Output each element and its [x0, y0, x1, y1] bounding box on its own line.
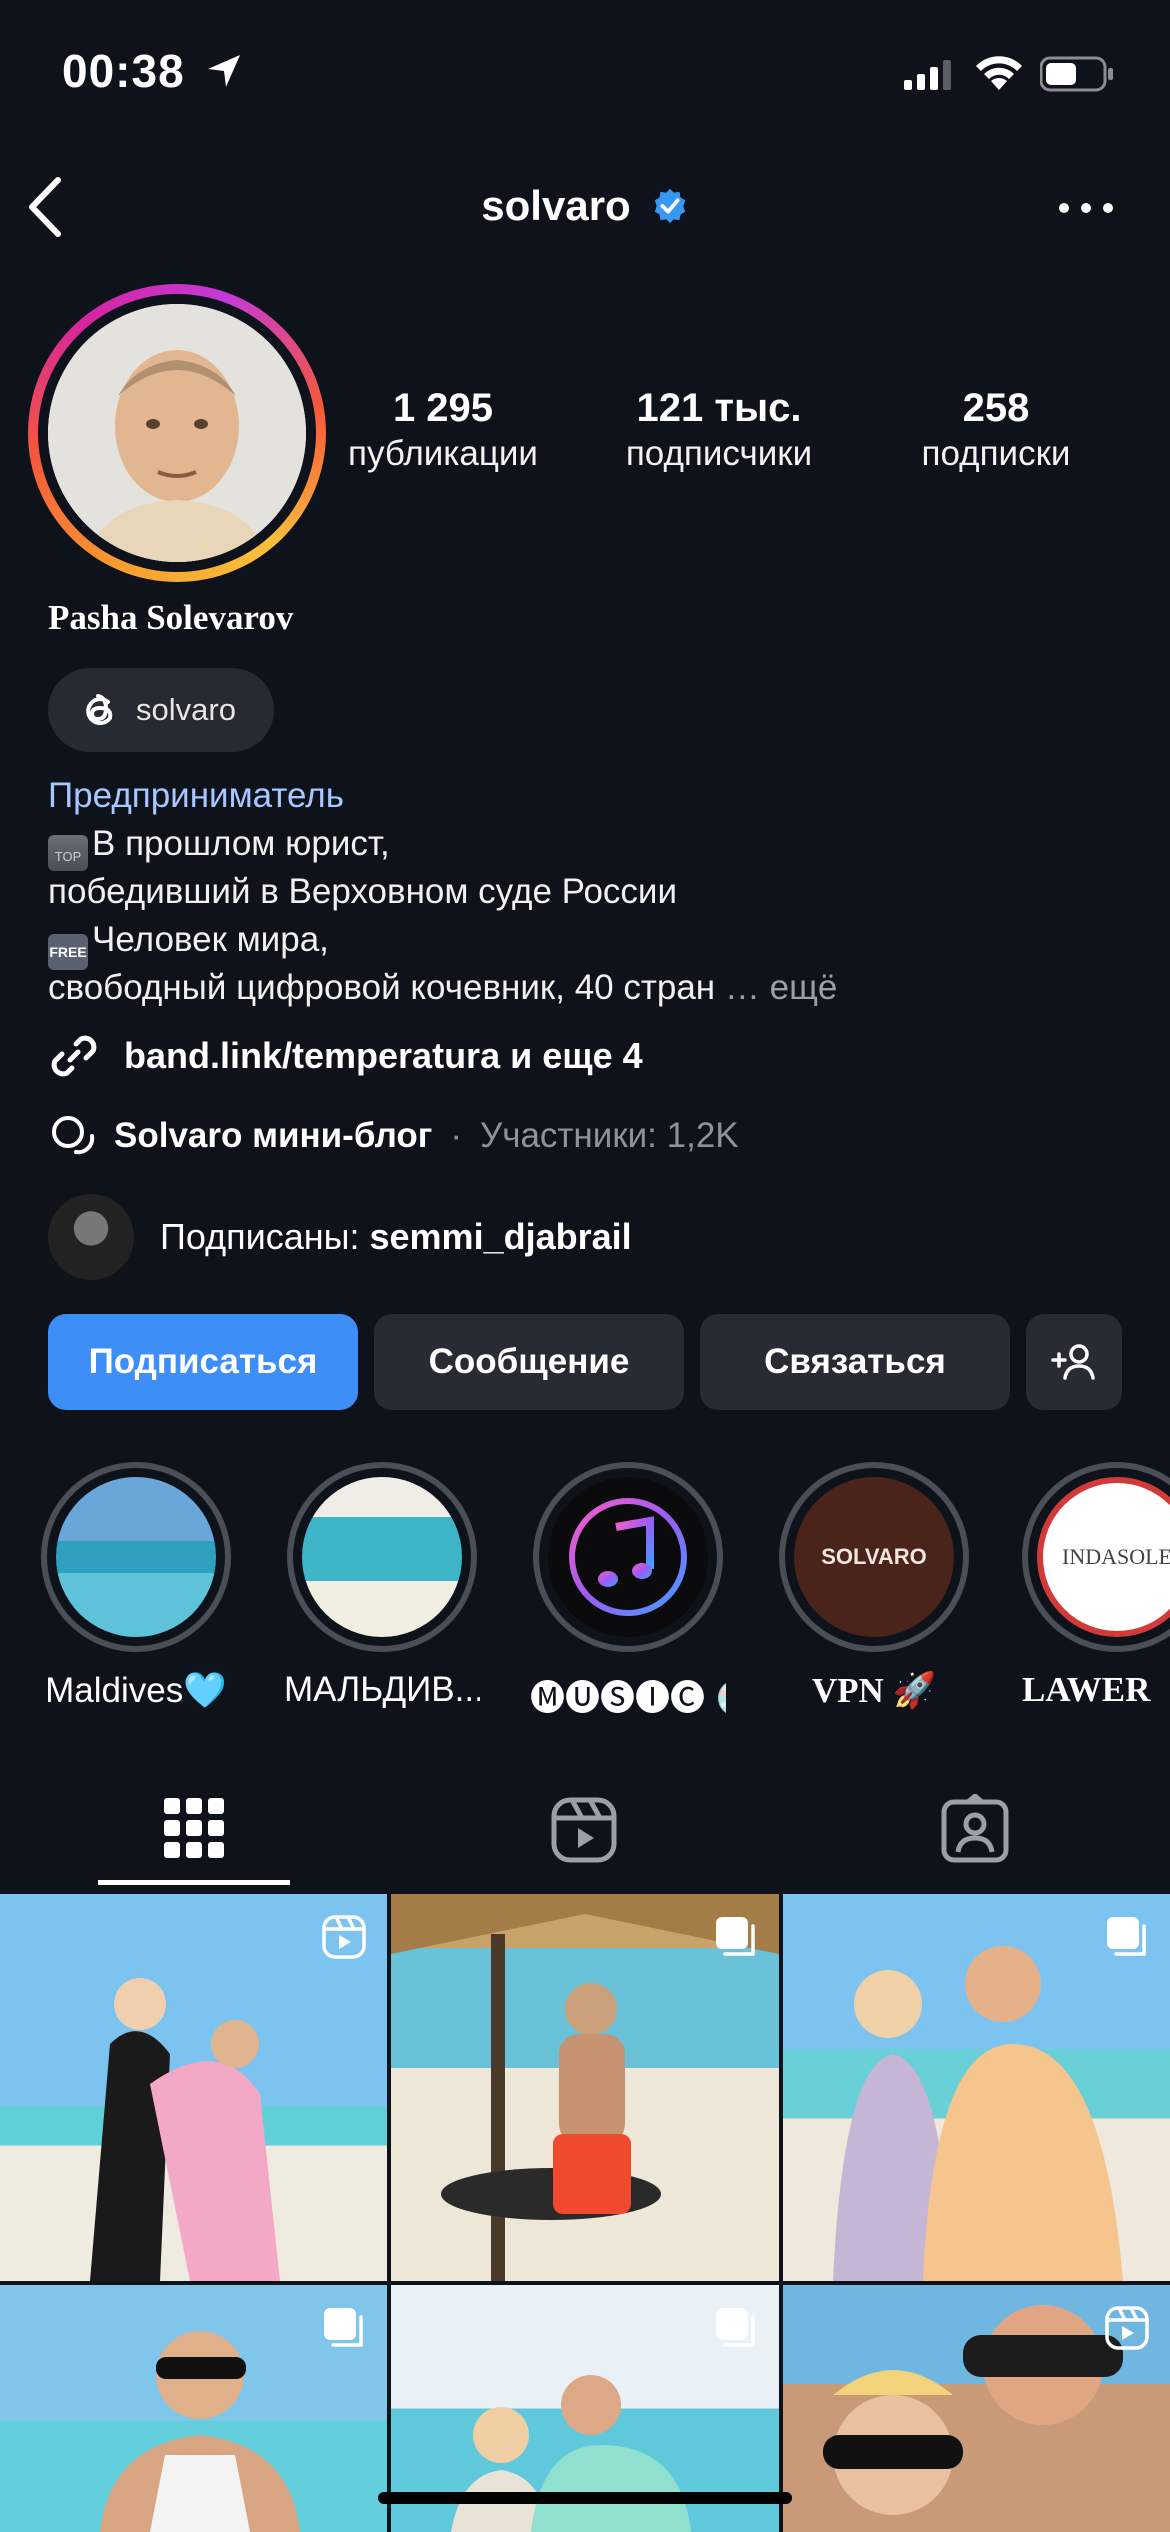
- suggested-users-button[interactable]: [1026, 1314, 1122, 1410]
- profile-full-name: Pasha Solevarov: [48, 598, 294, 637]
- threads-handle: solvaro: [136, 692, 236, 727]
- status-time-text: 00:38: [62, 45, 185, 97]
- highlight-lawer[interactable]: INDASOLE LAWER: [1022, 1462, 1170, 1710]
- stat-posts[interactable]: 1 295 публикации: [330, 384, 556, 476]
- grid-post[interactable]: [0, 1894, 387, 2281]
- channel-name: Solvaro мини-блог: [114, 1116, 433, 1155]
- bio-line-3: FREE Человек мира,: [48, 916, 329, 970]
- status-time: 00:38: [62, 44, 244, 98]
- bio-line-2: победивший в Верховном суде России: [48, 872, 678, 911]
- stat-followers[interactable]: 121 тыс. подписчики: [600, 384, 838, 476]
- grid-post[interactable]: [0, 2285, 387, 2532]
- highlight-music[interactable]: 🅜🅤🅢🅘🅒 💿: [530, 1462, 726, 1721]
- active-tab-indicator: [98, 1880, 290, 1885]
- tagged-tab-icon[interactable]: [940, 1794, 1010, 1864]
- followed-by-prefix: Подписаны:: [160, 1216, 370, 1257]
- indasole-logo-text: INDASOLE: [1062, 1544, 1170, 1569]
- bio-line-4[interactable]: свободный цифровой кочевник, 40 стран … …: [48, 964, 837, 1012]
- profile-category: Предприниматель: [48, 776, 344, 815]
- broadcast-channel[interactable]: Solvaro мини-блог · Участники: 1,2K: [48, 1112, 739, 1160]
- followed-by-text: Подписаны: semmi_djabrail: [160, 1216, 632, 1258]
- reels-tab-icon[interactable]: [550, 1796, 618, 1864]
- link-icon: [51, 1035, 97, 1077]
- stat-followers-value: 121 тыс.: [636, 386, 802, 430]
- bio-line-1: TOP В прошлом юрист,: [48, 820, 390, 871]
- followed-by[interactable]: Подписаны: semmi_djabrail: [48, 1194, 632, 1280]
- wifi-icon: [976, 56, 1022, 90]
- location-arrow-icon: [208, 55, 241, 87]
- highlight-lawer-label: LAWER: [1022, 1670, 1151, 1709]
- highlight-music-label: 🅜🅤🅢🅘🅒 💿: [530, 1679, 726, 1718]
- followed-by-user: semmi_djabrail: [369, 1216, 632, 1257]
- channel-separator: ·: [450, 1116, 462, 1155]
- stat-following-label: подписки: [921, 434, 1071, 473]
- grid-post[interactable]: [783, 2285, 1170, 2532]
- bio-text-1: В прошлом юрист,: [92, 824, 390, 863]
- avatar-photo: [48, 304, 306, 562]
- highlight-maldives-cover: [56, 1477, 216, 1637]
- stat-following[interactable]: 258 подписки: [886, 384, 1106, 476]
- music-note-icon: [569, 1498, 687, 1616]
- highlight-maldives[interactable]: Maldives🩵: [38, 1462, 234, 1711]
- profile-link[interactable]: band.link/temperatura и еще 4: [48, 1030, 643, 1082]
- highlight-maldives-2-label: МАЛЬДИВ...: [284, 1670, 480, 1709]
- carousel-badge-icon: [716, 2308, 755, 2347]
- stat-posts-value: 1 295: [392, 386, 494, 430]
- profile-tabs: [0, 1784, 1170, 1894]
- grid-post[interactable]: [783, 1894, 1170, 2281]
- message-button[interactable]: Сообщение: [374, 1314, 684, 1410]
- home-indicator[interactable]: [378, 2492, 792, 2504]
- reel-badge-icon: [322, 1915, 366, 1959]
- top-emoji-icon: TOP: [48, 835, 88, 871]
- highlight-vpn[interactable]: SOLVARO VPN 🚀: [776, 1462, 972, 1711]
- highlight-maldives-2[interactable]: МАЛЬДИВ...: [284, 1462, 480, 1710]
- highlight-maldives-label: Maldives🩵: [45, 1671, 227, 1710]
- more-options-icon[interactable]: [1056, 196, 1116, 220]
- bio-text-4: свободный цифровой кочевник, 40 стран: [48, 968, 716, 1007]
- solvaro-logo-text: SOLVARO: [821, 1544, 927, 1569]
- bio-more-link[interactable]: … ещё: [725, 968, 837, 1007]
- carousel-badge-icon: [1107, 1917, 1146, 1956]
- threads-icon: [86, 694, 113, 726]
- highlight-maldives-2-cover: [302, 1477, 462, 1637]
- cellular-signal-icon: [904, 60, 951, 90]
- carousel-badge-icon: [324, 2308, 363, 2347]
- add-person-icon: [1051, 1344, 1095, 1380]
- grid-tab-icon[interactable]: [162, 1796, 226, 1860]
- profile-avatar[interactable]: [28, 284, 326, 582]
- highlight-vpn-label: VPN 🚀: [811, 1671, 937, 1710]
- stat-following-value: 258: [962, 386, 1030, 430]
- verified-badge-icon: [654, 188, 685, 224]
- contact-button[interactable]: Связаться: [700, 1314, 1010, 1410]
- highlight-lawer-cover: INDASOLE: [1037, 1477, 1170, 1637]
- profile-link-text: band.link/temperatura и еще 4: [124, 1035, 643, 1076]
- followed-by-avatar: [48, 1194, 134, 1280]
- threads-profile-chip[interactable]: solvaro: [48, 668, 274, 752]
- channel-members: Участники: 1,2K: [479, 1116, 739, 1155]
- grid-post[interactable]: [391, 1894, 779, 2281]
- highlight-vpn-cover: SOLVARO: [794, 1477, 954, 1637]
- battery-icon: [1040, 56, 1113, 92]
- follow-button[interactable]: Подписаться: [48, 1314, 358, 1410]
- reel-badge-icon: [1105, 2306, 1149, 2350]
- channel-icon: [52, 1116, 95, 1155]
- stat-posts-label: публикации: [348, 434, 538, 473]
- profile-username-header: solvaro: [0, 182, 1170, 230]
- username-title: solvaro: [481, 182, 631, 229]
- carousel-badge-icon: [716, 1917, 755, 1956]
- highlight-music-cover: [548, 1477, 708, 1637]
- stat-followers-label: подписчики: [625, 434, 813, 473]
- bio-text-3: Человек мира,: [92, 920, 329, 959]
